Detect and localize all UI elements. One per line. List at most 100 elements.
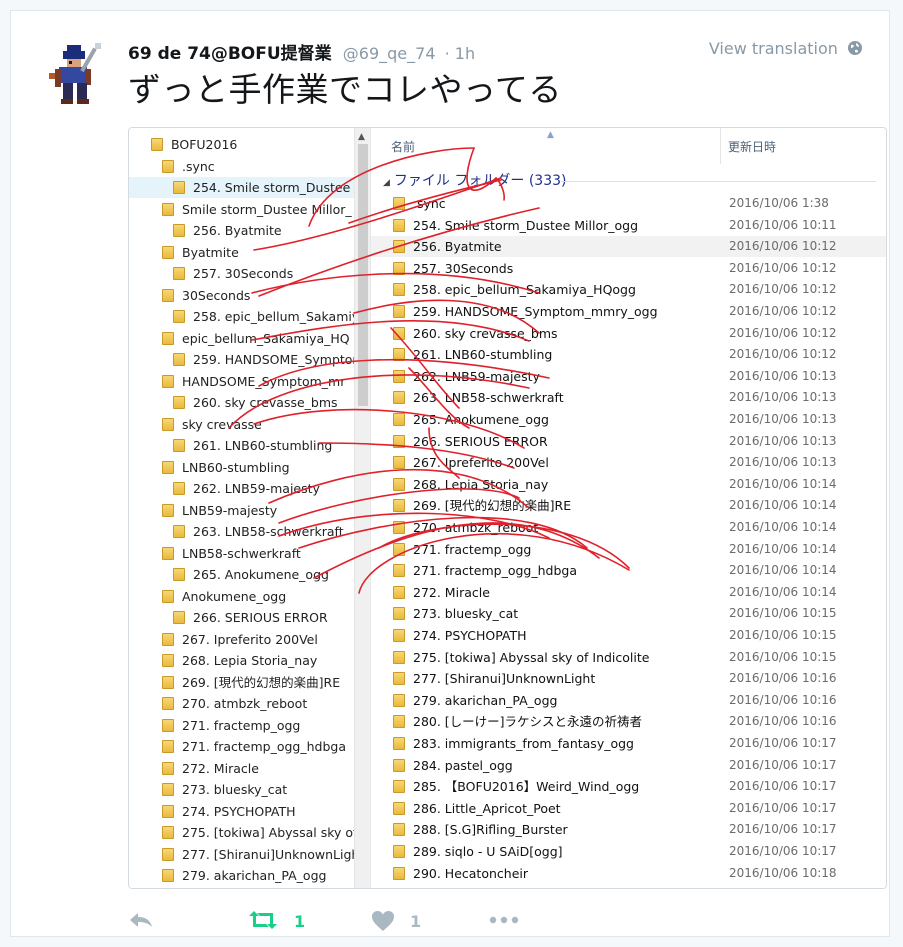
tree-item[interactable]: 262. LNB59-majesty	[173, 478, 320, 499]
folder-icon	[393, 283, 405, 297]
tree-item[interactable]: 270. atmbzk_reboot	[162, 693, 307, 714]
file-row[interactable]: 280. [しーけー]ラケシスと永遠の祈祷者 2016/10/06 10:16	[371, 711, 886, 732]
tree-item[interactable]: LNB60-stumbling	[162, 457, 290, 478]
tree-item[interactable]: 273. bluesky_cat	[162, 779, 287, 800]
file-row[interactable]: 274. PSYCHOPATH 2016/10/06 10:15	[371, 625, 886, 646]
file-row[interactable]: 259. HANDSOME_Symptom_mmry_ogg 2016/10/06…	[371, 301, 886, 322]
file-name: 262. LNB59-majesty	[413, 368, 540, 384]
file-row[interactable]: 279. akarichan_PA_ogg 2016/10/06 10:16	[371, 690, 886, 711]
file-row[interactable]: .sync 2016/10/06 1:38	[371, 193, 886, 214]
reply-icon[interactable]	[128, 910, 154, 930]
group-header[interactable]: ◢ ファイル フォルダー (333)	[383, 170, 566, 190]
file-row[interactable]: 286. Little_Apricot_Poet 2016/10/06 10:17	[371, 798, 886, 819]
file-row[interactable]: 263. LNB58-schwerkraft 2016/10/06 10:13	[371, 387, 886, 408]
file-row[interactable]: 270. atmbzk_reboot 2016/10/06 10:14	[371, 517, 886, 538]
handle[interactable]: @69_qe_74	[343, 44, 436, 63]
file-row[interactable]: 275. [tokiwa] Abyssal sky of Indicolite 2…	[371, 647, 886, 668]
column-header-name[interactable]: 名前	[391, 138, 415, 155]
tree-item[interactable]: 269. [現代的幻想的楽曲]RE	[162, 672, 340, 693]
file-row[interactable]: 267. Ipreferito 200Vel 2016/10/06 10:13	[371, 452, 886, 473]
file-row[interactable]: 288. [S.G]Rifling_Burster 2016/10/06 10:1…	[371, 819, 886, 840]
tree-item[interactable]: 260. sky crevasse_bms	[173, 392, 338, 413]
tree-item[interactable]: LNB58-schwerkraft	[162, 543, 301, 564]
tree-item[interactable]: BOFU2016	[151, 134, 237, 155]
file-row[interactable]: 277. [Shiranui]UnknownLight 2016/10/06 10…	[371, 668, 886, 689]
folder-icon	[393, 693, 405, 707]
file-row[interactable]: 269. [現代的幻想的楽曲]RE 2016/10/06 10:14	[371, 495, 886, 516]
column-header-date[interactable]: 更新日時	[728, 138, 776, 155]
tree-item[interactable]: 266. SERIOUS ERROR	[173, 607, 328, 628]
tree-item[interactable]: 261. LNB60-stumbling	[173, 435, 332, 456]
tree-item[interactable]: 271. fractemp_ogg_hdbga	[162, 736, 346, 757]
file-row[interactable]: 260. sky crevasse_bms 2016/10/06 10:12	[371, 323, 886, 344]
tree-item[interactable]: 30Seconds	[162, 285, 250, 306]
tree-item[interactable]: 267. Ipreferito 200Vel	[162, 629, 318, 650]
file-row[interactable]: 273. bluesky_cat 2016/10/06 10:15	[371, 603, 886, 624]
folder-icon	[393, 499, 405, 513]
file-name: 257. 30Seconds	[413, 260, 514, 276]
view-translation-link[interactable]: View translation	[709, 39, 863, 58]
header-separator	[720, 128, 721, 164]
file-row[interactable]: 285. 【BOFU2016】Weird_Wind_ogg 2016/10/06 …	[371, 776, 886, 797]
file-row[interactable]: 283. immigrants_from_fantasy_ogg 2016/10/…	[371, 733, 886, 754]
tree-item[interactable]: Byatmite	[162, 242, 239, 263]
file-row[interactable]: 268. Lepia Storia_nay 2016/10/06 10:14	[371, 474, 886, 495]
tree-item[interactable]: epic_bellum_Sakamiya_HQ	[162, 328, 350, 349]
tree-item[interactable]: 274. PSYCHOPATH	[162, 801, 296, 822]
tree-scrollbar-thumb[interactable]	[358, 144, 368, 406]
tree-item[interactable]: 257. 30Seconds	[173, 263, 293, 284]
tree-item[interactable]: LNB59-majesty	[162, 500, 277, 521]
tree-item[interactable]: 258. epic_bellum_Sakamiya_	[173, 306, 369, 327]
more-icon[interactable]	[488, 915, 520, 925]
retweet-icon[interactable]	[247, 910, 279, 930]
tree-item[interactable]: 265. Anokumene_ogg	[173, 564, 329, 585]
tree-item[interactable]: Smile storm_Dustee Millor_	[162, 199, 352, 220]
chevron-up-icon[interactable]: ▲	[358, 132, 365, 142]
tree-item[interactable]: HANDSOME_Symptom_mr	[162, 371, 345, 392]
tree-item[interactable]: 259. HANDSOME_Symptom_	[173, 349, 369, 370]
timestamp[interactable]: · 1h	[445, 44, 476, 63]
heart-icon[interactable]	[371, 910, 395, 932]
tree-item[interactable]: 256. Byatmite	[173, 220, 282, 241]
tree-item[interactable]: 279. akarichan_PA_ogg	[162, 865, 326, 886]
attached-screenshot[interactable]: BOFU2016 .sync 254. Smile storm_Dustee Mi S…	[128, 127, 887, 889]
tree-item-label: 263. LNB58-schwerkraft	[193, 524, 344, 539]
tree-item[interactable]: 271. fractemp_ogg	[162, 715, 300, 736]
file-row[interactable]: 271. fractemp_ogg_hdbga 2016/10/06 10:14	[371, 560, 886, 581]
file-row[interactable]: 284. pastel_ogg 2016/10/06 10:17	[371, 755, 886, 776]
file-name: 285. 【BOFU2016】Weird_Wind_ogg	[413, 779, 640, 795]
file-row[interactable]: 262. LNB59-majesty 2016/10/06 10:13	[371, 366, 886, 387]
tree-item[interactable]: 263. LNB58-schwerkraft	[173, 521, 344, 542]
file-row[interactable]: 271. fractemp_ogg 2016/10/06 10:14	[371, 539, 886, 560]
tree-item-label: 30Seconds	[182, 287, 251, 303]
file-row[interactable]: 289. siqlo - U SAiD[ogg] 2016/10/06 10:17	[371, 841, 886, 862]
file-row[interactable]: 265. Anokumene_ogg 2016/10/06 10:13	[371, 409, 886, 430]
file-row[interactable]: 256. Byatmite 2016/10/06 10:12	[371, 236, 886, 258]
avatar[interactable]	[41, 39, 111, 109]
tree-item-label: 267. Ipreferito 200Vel	[182, 631, 318, 647]
tree-item-label: 273. bluesky_cat	[182, 782, 288, 797]
file-row[interactable]: 272. Miracle 2016/10/06 10:14	[371, 582, 886, 603]
file-row[interactable]: 266. SERIOUS ERROR 2016/10/06 10:13	[371, 431, 886, 452]
tree-item[interactable]: 268. Lepia Storia_nay	[162, 650, 317, 671]
file-row[interactable]: 257. 30Seconds 2016/10/06 10:12	[371, 258, 886, 279]
tree-item[interactable]: 272. Miracle	[162, 758, 259, 779]
folder-icon	[162, 288, 174, 302]
file-row[interactable]: 261. LNB60-stumbling 2016/10/06 10:12	[371, 344, 886, 365]
file-row[interactable]: 254. Smile storm_Dustee Millor_ogg 2016/1…	[371, 215, 886, 236]
folder-icon	[162, 740, 174, 753]
tree-item[interactable]: sky crevasse	[162, 414, 262, 435]
file-row[interactable]: 258. epic_bellum_Sakamiya_HQogg 2016/10/0…	[371, 279, 886, 300]
file-date: 2016/10/06 10:18	[729, 865, 837, 880]
folder-icon	[393, 413, 405, 426]
file-row[interactable]: 290. Hecatoncheir 2016/10/06 10:18	[371, 863, 886, 884]
tree-item[interactable]: 254. Smile storm_Dustee Mi	[129, 177, 369, 198]
tree-item[interactable]: Anokumene_ogg	[162, 586, 286, 607]
tree-item-label: BOFU2016	[171, 137, 238, 152]
tree-item[interactable]: .sync	[162, 156, 215, 177]
file-date: 2016/10/06 10:17	[729, 779, 837, 794]
tree-item-label: 275. [tokiwa] Abyssal sky of	[182, 825, 358, 840]
tree-item[interactable]: 275. [tokiwa] Abyssal sky of	[162, 822, 357, 843]
display-name[interactable]: 69 de 74@BOFU提督業	[128, 44, 332, 64]
tree-item[interactable]: 277. [Shiranui]UnknownLight	[162, 844, 364, 865]
